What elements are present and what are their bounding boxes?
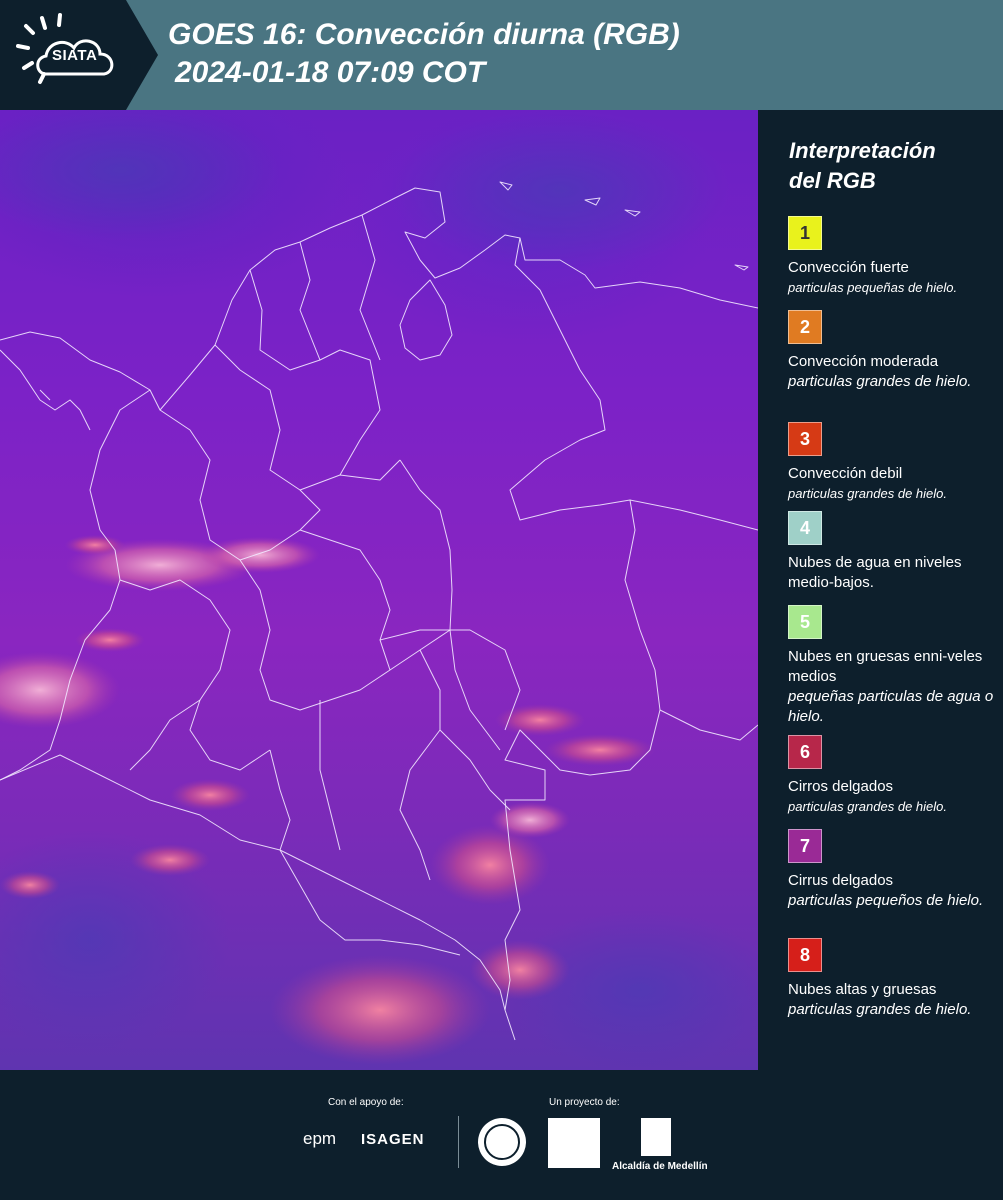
dept-border — [249, 269, 381, 476]
legend-label: Nubes de agua en niveles medio-bajos. — [788, 554, 962, 591]
header-bar: SIATA GOES 16: Convección diurna (RGB) 2… — [0, 0, 1003, 110]
legend-label: Nubes altas y gruesas — [788, 981, 937, 998]
dept-border — [159, 409, 321, 561]
cloud-patch — [170, 779, 250, 811]
dept-border — [269, 749, 291, 851]
legend-item-7: 7 Cirrus delgados particulas pequeños de… — [788, 829, 998, 911]
legend-desc: particulas grandes de hielo. — [788, 799, 947, 814]
dept-border — [299, 241, 321, 361]
legend-swatch: 7 — [788, 829, 822, 863]
legend-item-2: 2 Convección moderada particulas grandes… — [788, 310, 998, 392]
legend-desc: particulas pequeñas de hielo. — [788, 280, 958, 295]
dept-border — [214, 344, 401, 491]
island — [734, 264, 749, 271]
cloud-patch — [130, 844, 210, 876]
area-metropolitana-logo — [548, 1118, 600, 1168]
border — [659, 709, 758, 741]
legend-swatch: 6 — [788, 735, 822, 769]
legend-label: Cirrus delgados — [788, 872, 894, 889]
epm-logo: epm — [303, 1129, 337, 1148]
coastline — [0, 349, 91, 431]
footer: Con el apoyo de: Un proyecto de: epm ISA… — [0, 1070, 1003, 1200]
support-caption: Con el apoyo de: — [328, 1097, 404, 1108]
legend-panel: Interpretación del RGB 1 Convección fuer… — [776, 110, 1003, 1070]
legend-swatch: 2 — [788, 310, 822, 344]
legend-label: Cirros delgados — [788, 778, 894, 795]
legend-title-line2: del RGB — [789, 168, 876, 193]
legend-desc: particulas grandes de hielo. — [788, 1001, 972, 1018]
cloud-patch — [0, 652, 120, 728]
legend-label: Convección fuerte — [788, 259, 909, 276]
legend-item-1: 1 Convección fuerte particulas pequeñas … — [788, 216, 998, 298]
project-caption: Un proyecto de: — [549, 1097, 620, 1108]
siata-logo: SIATA — [0, 0, 158, 110]
dept-border — [419, 649, 511, 811]
legend-swatch: 1 — [788, 216, 822, 250]
legend-desc: particulas grandes de hielo. — [788, 486, 947, 501]
logo-text: SIATA — [52, 47, 98, 64]
dept-border — [129, 699, 201, 771]
dept-border — [319, 700, 341, 851]
legend-item-5: 5 Nubes en gruesas enni-veles medios peq… — [788, 605, 998, 727]
legend-swatch: 3 — [788, 422, 822, 456]
legend-item-3: 3 Convección debil particulas grandes de… — [788, 422, 998, 504]
cloud-patch — [390, 110, 730, 270]
divider — [458, 1116, 459, 1168]
legend-desc: particulas grandes de hielo. — [788, 373, 972, 390]
isagen-logo: ISAGEN — [361, 1131, 425, 1148]
border — [629, 499, 758, 531]
alcaldia-logo — [641, 1118, 671, 1156]
cloud-patch — [470, 940, 570, 1000]
cloud-patch — [0, 110, 280, 240]
coastline — [39, 389, 51, 401]
cloud-patch — [65, 535, 125, 555]
legend-label: Nubes en gruesas enni-veles medios — [788, 648, 983, 685]
dept-border — [119, 579, 271, 771]
legend-desc: pequeñas particulas de agua o hielo. — [788, 688, 994, 725]
legend-desc: particulas pequeños de hielo. — [788, 892, 984, 909]
legend-item-6: 6 Cirros delgados particulas grandes de … — [788, 735, 998, 817]
legend-title-line1: Interpretación — [789, 138, 936, 163]
lake — [399, 279, 453, 361]
satellite-map[interactable] — [0, 110, 758, 1070]
legend-item-8: 8 Nubes altas y gruesas particulas grand… — [788, 938, 998, 1020]
cloud-patch — [270, 955, 490, 1065]
legend-swatch: 5 — [788, 605, 822, 639]
legend-label: Convección debil — [788, 465, 903, 482]
cloud-patch — [200, 537, 320, 573]
timestamp: 2024-01-18 07:09 COT — [175, 56, 486, 89]
cloud-patch — [0, 871, 60, 899]
legend-item-4: 4 Nubes de agua en niveles medio-bajos. — [788, 511, 998, 593]
dept-border — [359, 214, 381, 361]
legend-title: Interpretación del RGB — [789, 136, 936, 196]
map-edge — [758, 110, 776, 1070]
page-title: GOES 16: Convección diurna (RGB) — [168, 18, 680, 51]
legend-swatch: 4 — [788, 511, 822, 545]
seal-logo — [478, 1118, 526, 1166]
dept-border — [399, 459, 501, 751]
dept-border — [239, 559, 451, 711]
alcaldia-text: Alcaldía de Medellín — [612, 1161, 708, 1172]
cloud-patch — [490, 802, 570, 838]
legend-swatch: 8 — [788, 938, 822, 972]
legend-label: Convección moderada — [788, 353, 939, 370]
